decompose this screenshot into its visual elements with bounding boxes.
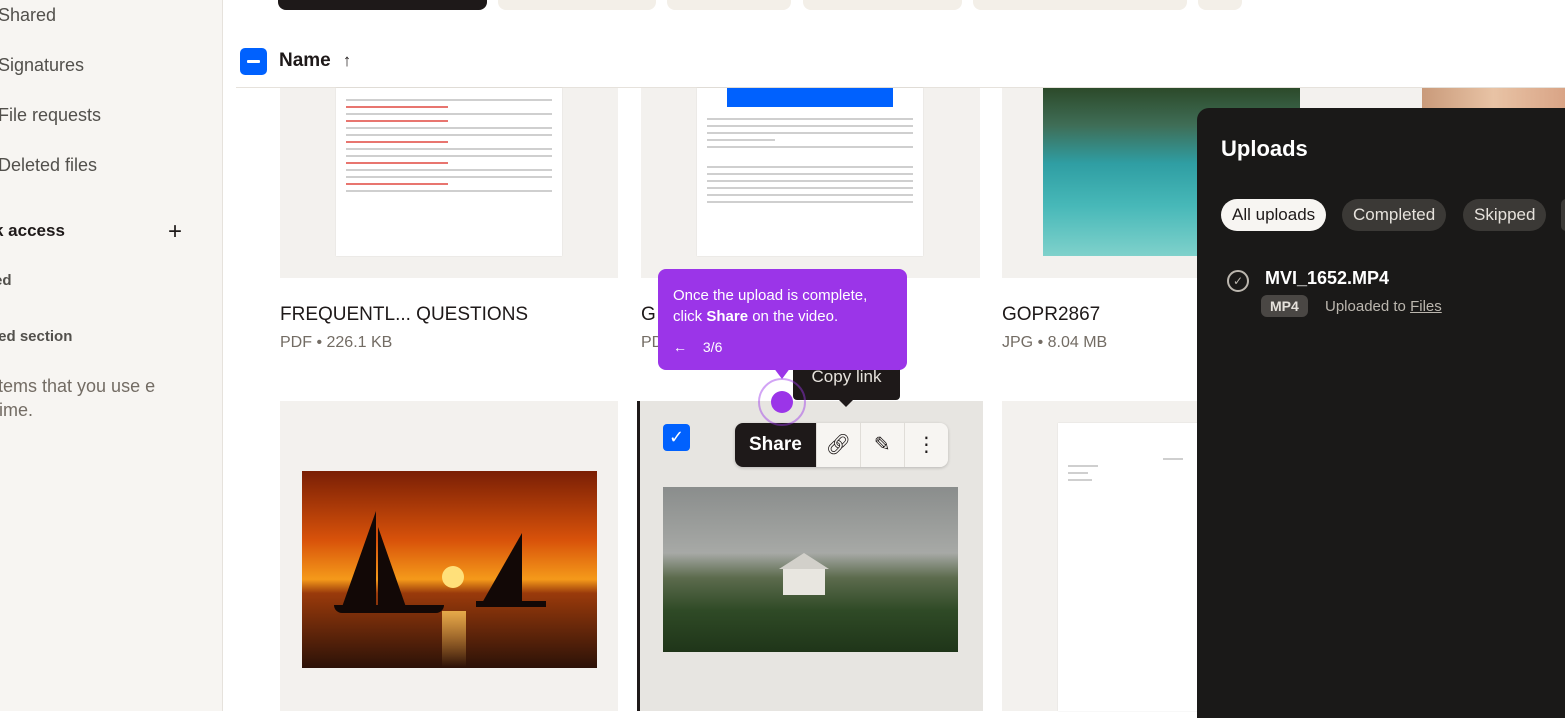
file-select-checkbox[interactable]: ✓ [663, 424, 690, 451]
more-options-button[interactable]: ⋮ [903, 423, 948, 467]
uploads-panel: Uploads All uploads Completed Skipped ✓ … [1197, 108, 1565, 718]
sunset-sailboat-photo [302, 471, 597, 668]
share-button[interactable]: Share [735, 423, 816, 467]
name-column-header[interactable]: Name [279, 50, 331, 72]
files-link[interactable]: Files [1410, 298, 1442, 315]
sidebar-item-shared[interactable]: Shared [0, 5, 56, 26]
pdf-page-preview [336, 88, 562, 256]
filter-chip[interactable] [667, 0, 791, 10]
guide-popup: Once the upload is complete, click Share… [658, 269, 907, 370]
file-name[interactable]: FREQUENTL... QUESTIONS [280, 304, 528, 326]
filter-chip[interactable] [973, 0, 1187, 10]
tab-skipped[interactable]: Skipped [1463, 199, 1547, 231]
tab-all-uploads[interactable]: All uploads [1221, 199, 1327, 231]
portrait-photo [1422, 88, 1565, 108]
filter-chip[interactable] [498, 0, 656, 10]
list-header: Name ↑ [240, 46, 351, 76]
back-arrow-icon[interactable]: ← [673, 339, 687, 355]
file-thumbnail[interactable] [641, 88, 980, 278]
guide-step: 3/6 [702, 339, 723, 355]
quick-access-heading[interactable]: k access [0, 221, 65, 241]
link-icon: 🔗︎ [825, 434, 851, 456]
filter-chip[interactable] [1198, 0, 1242, 10]
guide-hotspot-dot[interactable] [771, 391, 793, 413]
guide-text: Once the upload is complete, click Share… [673, 287, 868, 325]
file-thumbnail[interactable] [1340, 88, 1565, 108]
file-thumbnail[interactable] [280, 88, 618, 278]
doc-page-preview [1058, 423, 1198, 711]
sidebar-item-deleted-files[interactable]: Deleted files [0, 155, 97, 176]
file-thumbnail[interactable] [1002, 401, 1198, 711]
tab-completed[interactable]: Completed [1342, 199, 1447, 231]
add-icon[interactable]: + [168, 218, 182, 246]
upload-destination: Uploaded to Files [1325, 298, 1442, 315]
file-name[interactable]: GOPR2867 [1002, 304, 1100, 326]
arrow-up-icon[interactable]: ↑ [343, 51, 352, 71]
select-all-checkbox[interactable] [240, 47, 267, 75]
filter-chip[interactable] [803, 0, 962, 10]
edit-button[interactable]: ✎ [859, 423, 904, 467]
file-name[interactable]: G [641, 304, 656, 326]
file-meta: JPG • 8.04 MB [1002, 334, 1108, 351]
copy-link-button[interactable]: 🔗︎ [815, 423, 860, 467]
sidebar: Shared Signatures File requests Deleted … [0, 0, 223, 711]
more-vertical-icon: ⋮ [916, 434, 937, 456]
file-action-bar: Share 🔗︎ ✎ ⋮ [735, 423, 948, 467]
guide-navigation: ← 3/6 [673, 339, 722, 355]
pencil-icon: ✎ [873, 434, 891, 456]
pinned-section-heading: led section [0, 328, 73, 345]
sidebar-item-signatures[interactable]: Signatures [0, 55, 84, 76]
doc-page-preview [697, 88, 923, 256]
uploads-title: Uploads [1221, 136, 1308, 161]
tab-more[interactable] [1561, 199, 1565, 231]
file-thumbnail[interactable] [280, 401, 618, 711]
file-type-badge: MP4 [1261, 295, 1308, 317]
filter-chip-active[interactable] [278, 0, 487, 10]
pinned-description: items that you use e time. [0, 376, 156, 420]
starred-heading[interactable]: ed [0, 272, 12, 289]
upload-file-name[interactable]: MVI_1652.MP4 [1265, 268, 1389, 289]
chapel-hill-photo [663, 487, 958, 652]
check-circle-icon: ✓ [1227, 270, 1249, 292]
sidebar-item-file-requests[interactable]: File requests [0, 105, 101, 126]
file-meta: PDF • 226.1 KB [280, 334, 393, 351]
